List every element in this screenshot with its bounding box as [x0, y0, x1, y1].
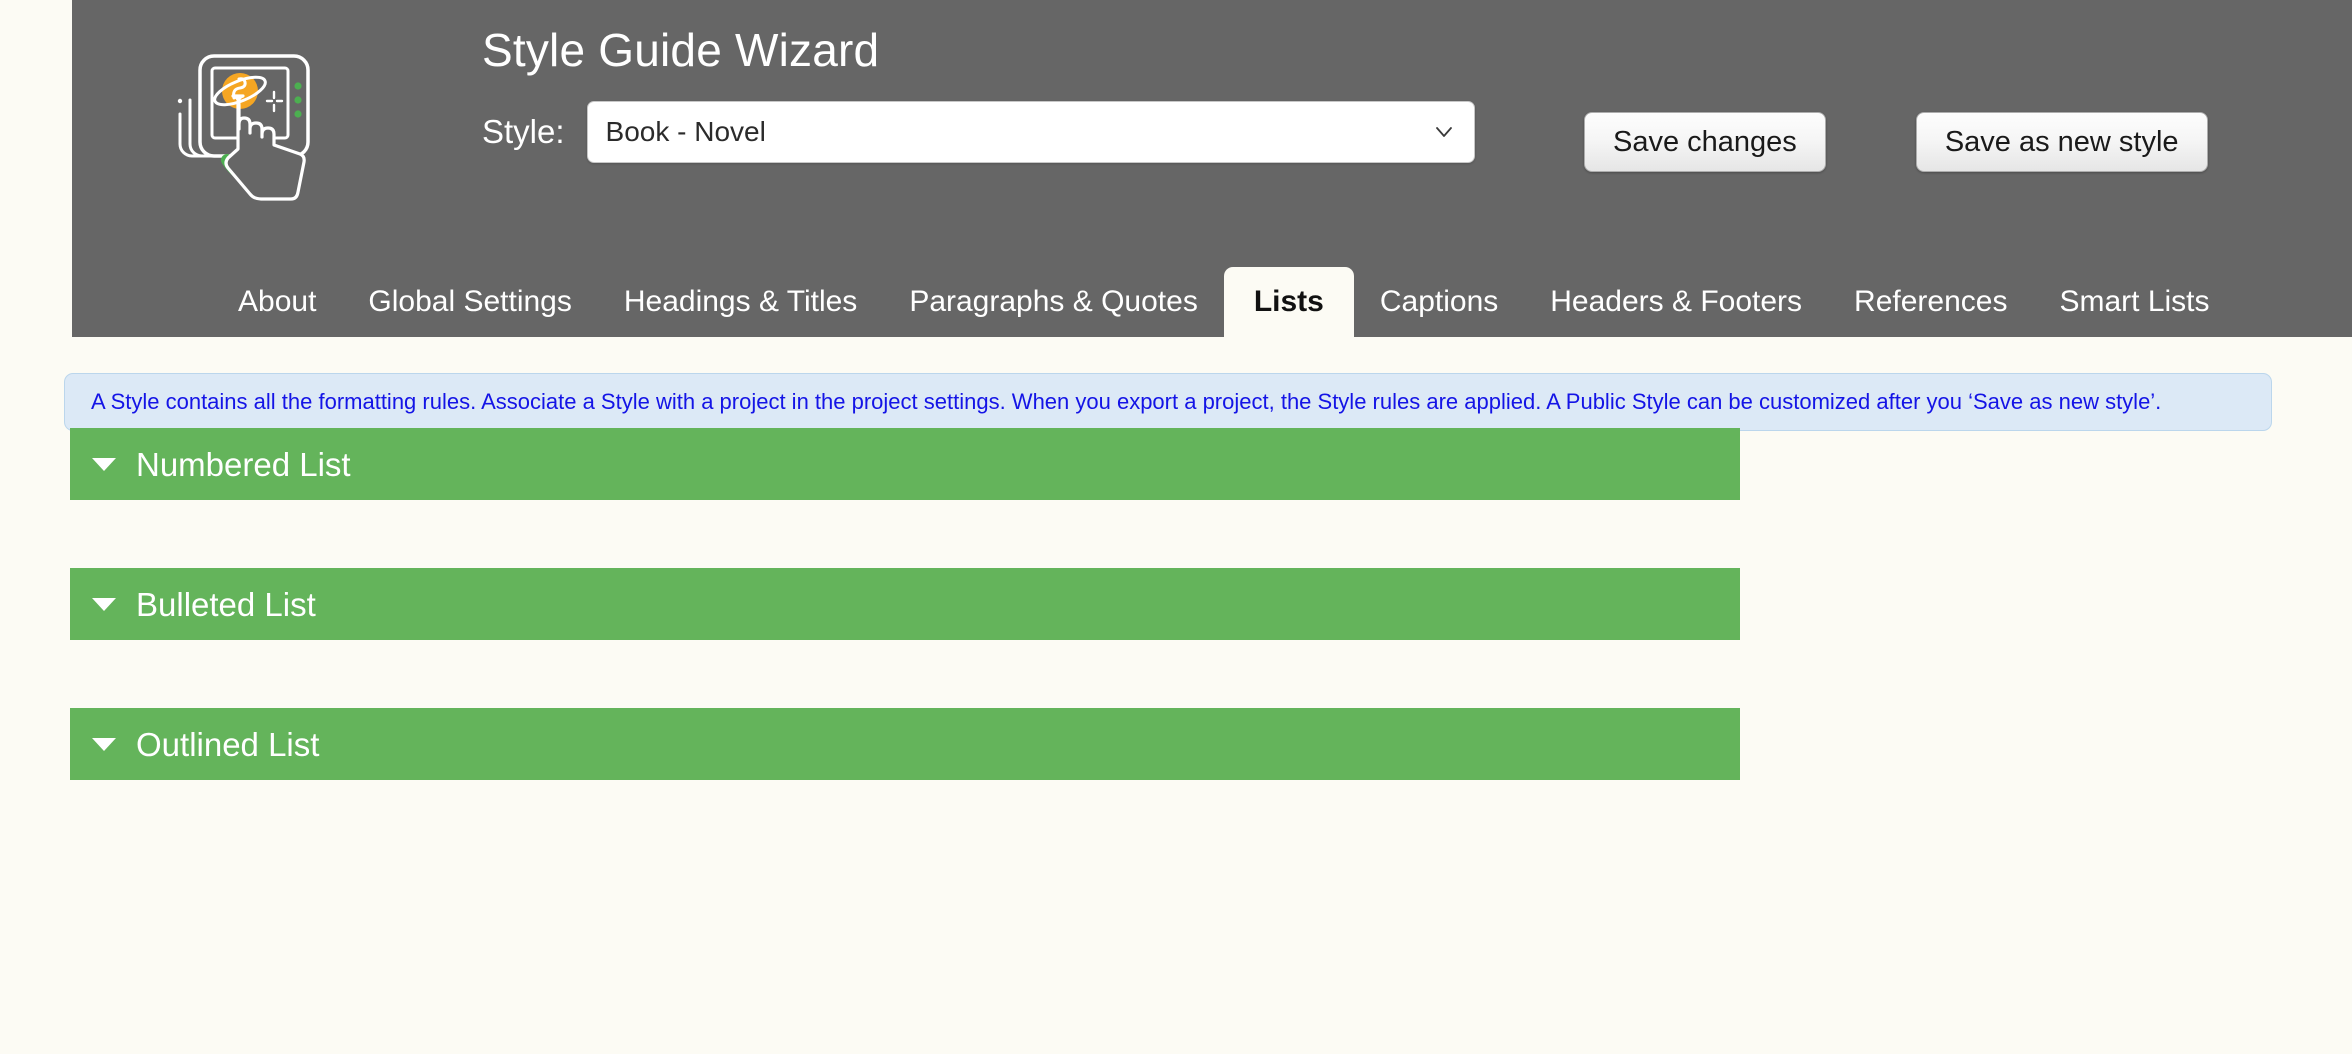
caret-down-icon [92, 597, 116, 611]
chevron-down-icon [1434, 122, 1454, 142]
save-as-new-style-button[interactable]: Save as new style [1915, 112, 2208, 172]
tab-captions[interactable]: Captions [1354, 267, 1524, 337]
style-select[interactable]: Book - Novel [586, 101, 1475, 163]
section-numbered-list[interactable]: Numbered List [70, 428, 1740, 500]
info-banner: A Style contains all the formatting rule… [64, 373, 2272, 431]
section-bulleted-list[interactable]: Bulleted List [70, 568, 1740, 640]
caret-down-icon [92, 457, 116, 471]
style-select-value: Book - Novel [605, 116, 766, 147]
list-sections: Numbered List Bulleted List Outlined Lis… [70, 428, 1740, 780]
app-root: Style Guide Wizard Style: Book - Novel S… [0, 0, 2352, 1054]
caret-down-icon [92, 737, 116, 751]
tab-about[interactable]: About [212, 267, 342, 337]
section-title: Bulleted List [136, 585, 316, 623]
tab-global-settings[interactable]: Global Settings [342, 267, 597, 337]
style-selector-row: Style: Book - Novel [482, 101, 1475, 163]
section-title: Numbered List [136, 445, 351, 483]
header-actions: Save changes Save as new style [1584, 112, 2208, 172]
tab-references[interactable]: References [1828, 267, 2033, 337]
tab-headers-footers[interactable]: Headers & Footers [1524, 267, 1828, 337]
tab-smart-lists[interactable]: Smart Lists [2033, 267, 2235, 337]
style-label: Style: [482, 113, 565, 150]
save-changes-button[interactable]: Save changes [1584, 112, 1826, 172]
tablet-touch-planet-logo [150, 48, 320, 203]
header-title-block: Style Guide Wizard Style: Book - Novel [482, 22, 1475, 163]
tab-lists[interactable]: Lists [1223, 267, 1354, 337]
section-outlined-list[interactable]: Outlined List [70, 708, 1740, 780]
header-top-row: Style Guide Wizard Style: Book - Novel S… [72, 0, 2352, 250]
tab-bar: About Global Settings Headings & Titles … [72, 250, 2352, 337]
info-banner-text: A Style contains all the formatting rule… [91, 389, 2162, 414]
tab-headings-titles[interactable]: Headings & Titles [598, 267, 883, 337]
section-title: Outlined List [136, 725, 320, 763]
tab-paragraphs-quotes[interactable]: Paragraphs & Quotes [883, 267, 1224, 337]
app-header: Style Guide Wizard Style: Book - Novel S… [72, 0, 2352, 337]
page-title: Style Guide Wizard [482, 24, 880, 76]
